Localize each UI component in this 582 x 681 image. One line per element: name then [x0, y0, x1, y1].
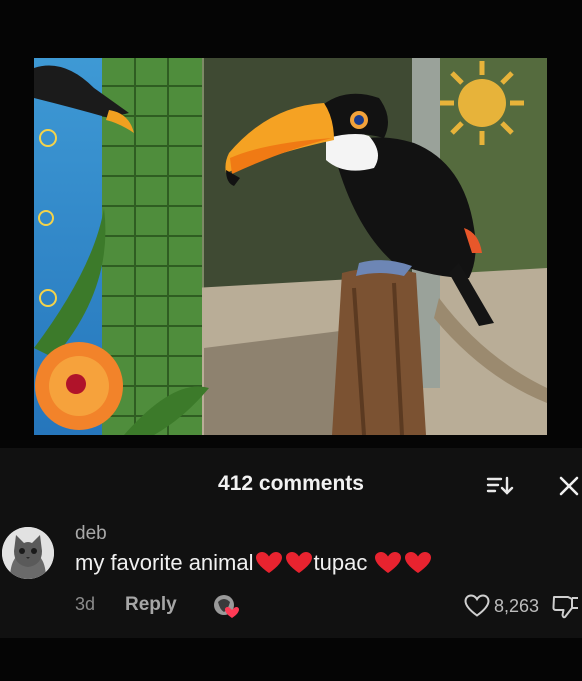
heart-outline-icon: [464, 594, 490, 617]
sort-icon[interactable]: [484, 472, 516, 500]
comments-panel: 412 comments deb my favorite animal tupa…: [0, 448, 582, 638]
comment-text: my favorite animal tupac: [75, 550, 433, 576]
comment-meta: 3d Reply 8,263: [75, 592, 578, 620]
avatar[interactable]: [2, 527, 54, 579]
comment-text-part2: tupac: [313, 550, 368, 575]
red-heart-icon: [404, 551, 432, 575]
comments-header: 412 comments: [0, 448, 582, 518]
like-count: 8,263: [493, 595, 539, 616]
reply-button[interactable]: Reply: [125, 594, 177, 616]
comment-username[interactable]: deb: [75, 523, 107, 545]
like-button[interactable]: 8,263: [464, 594, 539, 618]
red-heart-icon: [285, 551, 313, 575]
comment-text-part1: my favorite animal: [75, 550, 254, 575]
thumbs-down-icon[interactable]: [551, 594, 579, 620]
comment-age: 3d: [75, 594, 96, 614]
creator-liked-avatar: [212, 592, 242, 620]
post-image: [34, 58, 547, 435]
close-icon[interactable]: [556, 472, 582, 500]
red-heart-icon: [374, 551, 402, 575]
comment-item: deb my favorite animal tupac 3d Reply 8,…: [0, 518, 582, 638]
red-heart-icon: [255, 551, 283, 575]
